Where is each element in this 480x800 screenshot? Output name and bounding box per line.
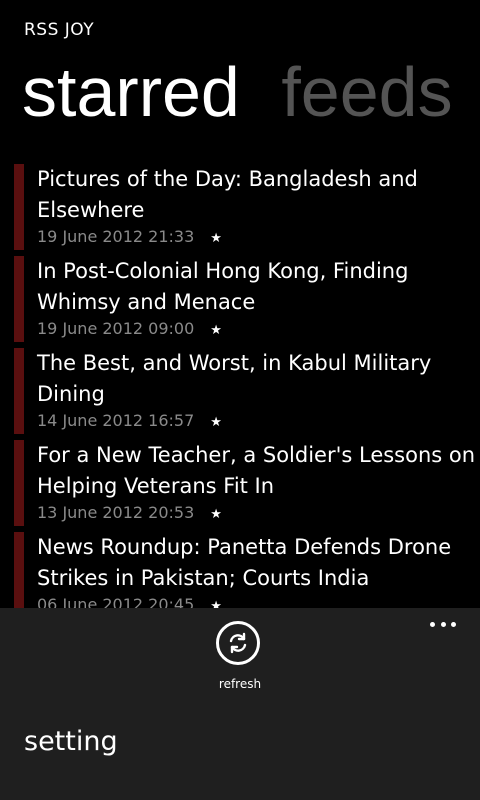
star-icon: ★ [210, 507, 222, 522]
starred-list[interactable]: Pictures of the Day: Bangladesh and Else… [14, 164, 480, 608]
item-meta: 14 June 2012 16:57 ★ [37, 410, 480, 434]
accent-bar [14, 256, 24, 342]
menu-item-setting[interactable]: setting [24, 726, 118, 757]
star-icon: ★ [210, 323, 222, 338]
refresh-icon [229, 632, 247, 654]
item-title: News Roundup: Panetta Defends Drone Stri… [37, 535, 452, 590]
more-dot [451, 621, 456, 627]
list-item[interactable]: In Post-Colonial Hong Kong, Finding Whim… [14, 256, 480, 342]
star-icon: ★ [210, 599, 222, 608]
item-meta: 19 June 2012 21:33 ★ [37, 226, 480, 250]
item-title: The Best, and Worst, in Kabul Military D… [37, 351, 432, 406]
pivot-tab-feeds[interactable]: feeds [281, 50, 452, 134]
star-icon: ★ [210, 231, 222, 246]
accent-bar [14, 440, 24, 526]
item-date: 13 June 2012 20:53 [37, 503, 195, 522]
star-icon: ★ [210, 415, 222, 430]
item-date: 06 June 2012 20:45 [37, 595, 195, 608]
item-meta: 06 June 2012 20:45 ★ [37, 594, 480, 608]
list-item[interactable]: Pictures of the Day: Bangladesh and Else… [14, 164, 480, 250]
accent-bar [14, 164, 24, 250]
item-title: For a New Teacher, a Soldier's Lessons o… [37, 443, 476, 498]
application-bar: refresh setting [0, 608, 480, 800]
accent-bar [14, 348, 24, 434]
app-title: RSS JOY [24, 20, 95, 40]
item-date: 19 June 2012 09:00 [37, 319, 195, 338]
app-root: RSS JOY starred feeds a Pictures of the … [0, 0, 480, 800]
item-date: 14 June 2012 16:57 [37, 411, 195, 430]
item-title: In Post-Colonial Hong Kong, Finding Whim… [37, 259, 409, 314]
refresh-label: refresh [218, 677, 262, 691]
more-dot [440, 621, 446, 627]
more-icon[interactable] [430, 620, 456, 628]
item-date: 19 June 2012 21:33 [37, 227, 195, 246]
more-dot [430, 621, 435, 627]
list-item[interactable]: For a New Teacher, a Soldier's Lessons o… [14, 440, 480, 526]
accent-bar [14, 532, 24, 608]
item-meta: 13 June 2012 20:53 ★ [37, 502, 480, 526]
list-item[interactable]: News Roundup: Panetta Defends Drone Stri… [14, 532, 480, 608]
pivot-headers: starred feeds a [22, 50, 480, 134]
list-item[interactable]: The Best, and Worst, in Kabul Military D… [14, 348, 480, 434]
item-title: Pictures of the Day: Bangladesh and Else… [37, 167, 418, 222]
refresh-button[interactable] [216, 621, 260, 665]
pivot-tab-starred[interactable]: starred [22, 50, 240, 134]
item-meta: 19 June 2012 09:00 ★ [37, 318, 480, 342]
